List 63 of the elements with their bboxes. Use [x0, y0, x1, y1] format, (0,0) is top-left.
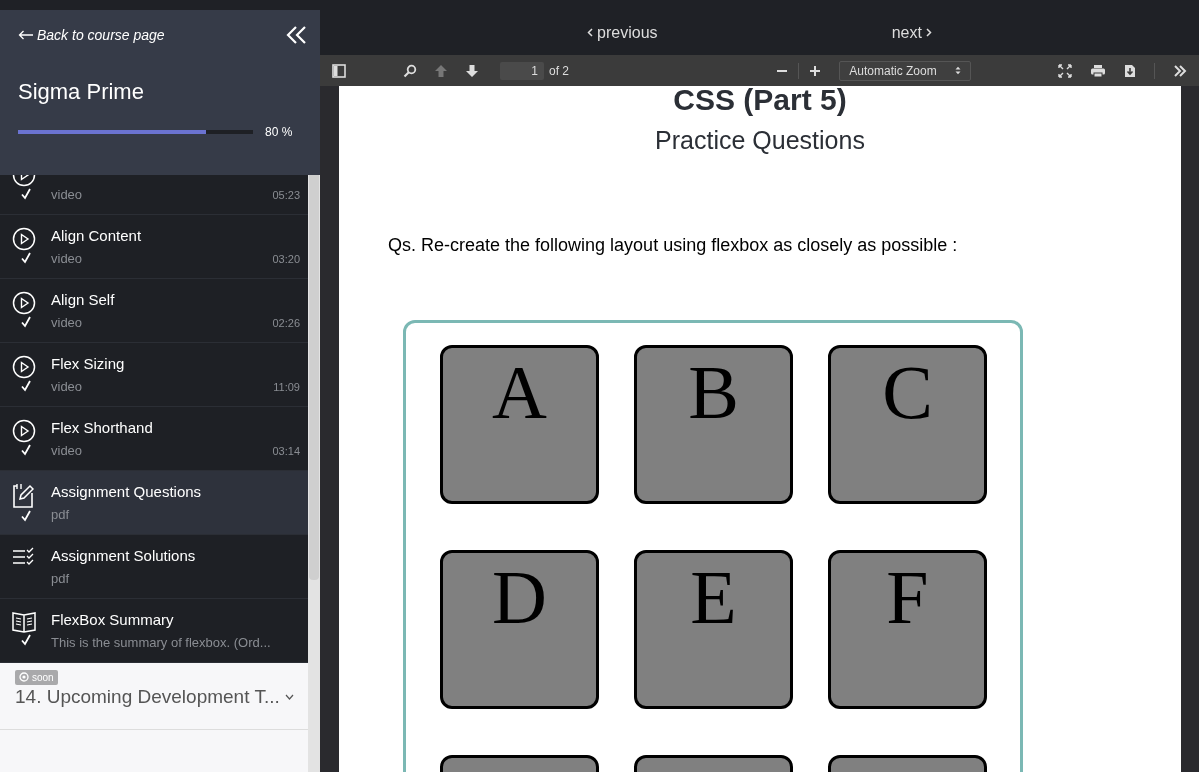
lesson-title: FlexBox Summary	[51, 610, 175, 630]
book-icon	[12, 611, 36, 633]
question-text: Qs. Re-create the following layout using flexbox as closely as possible :	[388, 235, 958, 256]
lesson-type: video	[51, 251, 83, 266]
section-title: 14. Upcoming Development T...	[15, 686, 280, 708]
chevron-left-icon	[587, 28, 594, 37]
chevron-right-icon	[925, 28, 932, 37]
zoom-in-icon[interactable]	[809, 64, 822, 77]
lesson-title: Align Content	[51, 226, 143, 246]
lesson-duration: 03:14	[272, 444, 300, 457]
lesson-title: Flex Shorthand	[51, 418, 154, 438]
scrollbar[interactable]	[308, 175, 320, 772]
sidebar-toggle-icon[interactable]	[332, 63, 346, 78]
lesson-type: video	[51, 443, 83, 458]
play-icon	[12, 227, 36, 251]
tile-letter: A	[492, 352, 547, 436]
print-icon[interactable]	[1090, 63, 1106, 78]
previous-link[interactable]: previous	[587, 23, 658, 42]
lesson-title: Assignment Solutions	[51, 546, 197, 566]
lesson-type: video	[51, 315, 83, 330]
lesson-title: Align Self	[51, 290, 116, 310]
page-number-field[interactable]: 1	[500, 61, 544, 80]
back-arrow-icon	[18, 30, 34, 40]
lesson-type: pdf	[51, 507, 70, 522]
play-icon	[12, 291, 36, 315]
more-tools-icon[interactable]	[1173, 64, 1187, 77]
document-title: CSS (Part 5)	[673, 86, 847, 117]
checklist-icon	[12, 547, 36, 567]
down-arrow-icon[interactable]	[465, 63, 479, 78]
lesson-type: video	[51, 379, 83, 394]
lesson-item[interactable]: video 05:23	[0, 175, 308, 215]
tile-letter: C	[882, 352, 933, 436]
search-icon[interactable]	[403, 63, 417, 78]
lesson-item[interactable]: Assignment Questions pdf	[0, 471, 308, 535]
zoom-select[interactable]: Automatic Zoom	[839, 60, 971, 81]
download-icon[interactable]	[1124, 63, 1136, 78]
page-count: of 2	[549, 63, 569, 78]
lesson-duration: 11:09	[273, 380, 300, 393]
play-icon	[12, 419, 36, 443]
collapse-icon[interactable]	[286, 25, 308, 45]
lesson-duration: 03:20	[272, 252, 300, 265]
lesson-duration: 05:23	[272, 188, 300, 201]
back-link[interactable]: Back to course page	[18, 27, 165, 43]
up-arrow-icon[interactable]	[434, 63, 448, 78]
tile-letter: F	[886, 557, 929, 641]
progress-reading: 80 %	[265, 125, 293, 139]
lesson-type: This is the summary of flexbox. (Ord...	[51, 635, 271, 650]
lesson-type: pdf	[51, 571, 70, 586]
course-title: Sigma Prime	[18, 79, 145, 105]
soon-badge: soon	[15, 669, 58, 685]
lesson-title: Flex Sizing	[51, 354, 126, 374]
tile-letter: B	[688, 352, 739, 436]
lesson-type: video	[51, 187, 83, 202]
lesson-title: Assignment Questions	[51, 482, 203, 502]
tile-letter: E	[690, 557, 737, 641]
lesson-duration: 02:26	[272, 316, 300, 329]
document-subtitle: Practice Questions	[655, 126, 865, 155]
play-icon	[12, 355, 36, 379]
tile-letter: D	[492, 557, 547, 641]
edit-icon	[12, 483, 34, 509]
updown-caret-icon	[954, 66, 961, 75]
fullscreen-icon[interactable]	[1058, 63, 1072, 78]
next-link[interactable]: next	[891, 23, 932, 42]
